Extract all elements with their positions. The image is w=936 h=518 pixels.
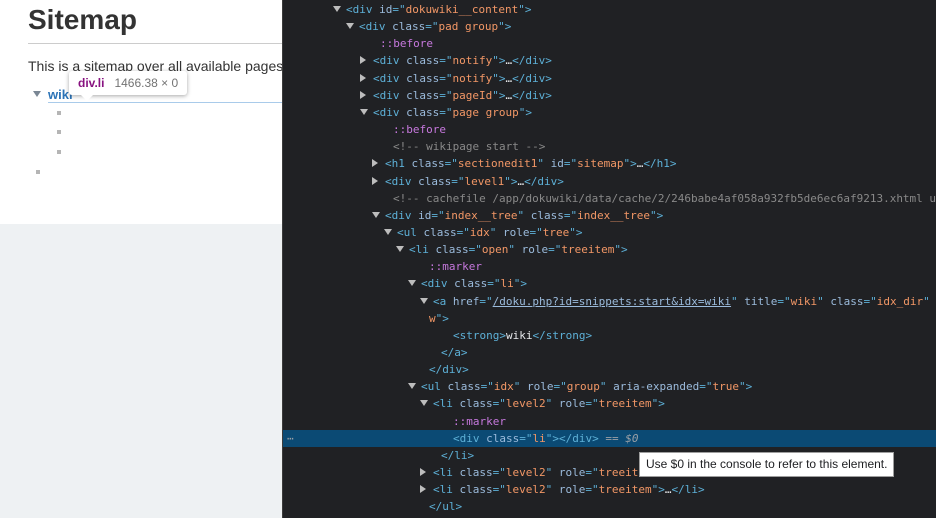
dom-node-text: </ul> [429,500,463,514]
dom-node-line[interactable]: <a href="/doku.php?id=snippets:start&idx… [283,293,936,310]
expanded-triangle-icon[interactable] [420,400,428,407]
dom-node-line[interactable]: </div> [283,361,936,378]
dom-node-text: <a href="/doku.php?id=snippets:start&idx… [433,294,930,308]
dom-node-text: <!-- wikipage start --> [393,140,546,154]
tree-bullet [36,170,40,174]
dom-node-line[interactable]: <div id="index__tree" class="index__tree… [283,207,936,224]
dom-node-line[interactable]: <div id="dokuwiki__content"> [283,1,936,18]
dom-node-text: <div class="notify">…</div> [373,71,552,85]
more-options-icon[interactable]: ⋯ [287,430,294,447]
dom-node-line[interactable]: <div class="page group"> [283,104,936,121]
expanded-triangle-icon[interactable] [396,246,404,253]
dom-node-text: <li class="level2" role="treeitem"> [433,397,665,411]
dom-node-line[interactable]: <div class="level1">…</div> [283,173,936,190]
expanded-triangle-icon[interactable] [384,228,392,235]
dom-node-text: <div class="page group"> [373,105,532,119]
dom-node-text: w"> [429,311,449,325]
dom-node-text: <div class="pad group"> [359,20,512,34]
tree-bullet [57,130,61,134]
dom-node-line[interactable]: <li class="level2" role="treeitem"> [283,395,936,412]
dom-node-text: <div class="notify">…</div> [373,54,552,68]
dom-node-line[interactable]: ::marker [283,413,936,430]
dom-node-text: <li class="level2" role="treeitem">…</li… [433,483,705,497]
collapsed-triangle-icon[interactable] [360,90,366,99]
dom-node-text: </div> [429,363,469,377]
tooltip-size: 1466.38 × 0 [114,76,179,90]
dom-node-line[interactable]: <li class="open" role="treeitem"> [283,241,936,258]
selected-marker: == $0 [605,431,639,445]
expanded-triangle-icon[interactable] [333,6,341,12]
dom-node-line[interactable]: ⋯ <div class="li"></div> == $0 [283,429,936,447]
dom-node-text: ::marker [429,260,482,274]
collapsed-triangle-icon[interactable] [420,485,426,494]
dom-node-line[interactable]: <!-- wikipage start --> [283,138,936,155]
dom-node-line[interactable]: <h1 class="sectionedit1" id="sitemap">…<… [283,155,936,172]
dom-node-text: </li> [441,448,475,462]
dom-node-line[interactable]: ::marker [283,258,936,275]
dom-node-line[interactable]: <div class="pad group"> [283,18,936,35]
collapsed-triangle-icon[interactable] [360,56,366,65]
expanded-triangle-icon[interactable] [360,108,368,115]
dom-node-line[interactable]: <ul class="idx" role="group" aria-expand… [283,378,936,395]
dom-node-text: ::marker [453,414,506,428]
dom-node-line[interactable]: <strong>wiki</strong> [283,327,936,344]
dom-node-text: <!-- cachefile /app/dokuwiki/data/cache/… [393,191,936,205]
collapsed-triangle-icon[interactable] [372,159,378,168]
dom-node-line[interactable]: <div class="pageId">…</div> [283,87,936,104]
dom-node-line[interactable]: ::before [283,35,936,52]
dom-node-text: <ul class="idx" role="tree"> [397,225,583,239]
dom-node-text: <div class="li"></div> == $0 [453,431,639,445]
expanded-triangle-icon[interactable] [372,211,380,218]
tree-expand-icon[interactable] [33,91,41,97]
expanded-triangle-icon[interactable] [420,297,428,304]
tree-bullet [57,150,61,154]
dom-node-text: <div class="level1">…</div> [385,174,564,188]
tooltip-arrow [81,95,93,101]
dom-node-text: <div id="dokuwiki__content"> [346,3,532,16]
selection-hint-tooltip: Use $0 in the console to refer to this e… [639,452,895,477]
dom-node-line[interactable]: <div class="notify">…</div> [283,70,936,87]
dom-node-line[interactable]: <ul class="idx" role="tree"> [283,224,936,241]
collapsed-triangle-icon[interactable] [420,468,426,477]
dom-node-text: ::before [380,37,433,51]
tree-bullet [57,111,61,115]
wiki-page-content: Sitemap This is a sitemap over all avail… [0,0,282,224]
collapsed-triangle-icon[interactable] [360,73,366,82]
dom-node-line[interactable]: </ul> [283,498,936,515]
dom-node-line[interactable]: <!-- cachefile /app/dokuwiki/data/cache/… [283,190,936,207]
dom-node-line[interactable]: <li class="level2" role="treeitem">…</li… [283,481,936,498]
devtools-elements-panel[interactable]: <div id="dokuwiki__content"> <div class="… [282,0,936,518]
dom-node-line[interactable]: <div class="li"> [283,275,936,292]
expanded-triangle-icon[interactable] [408,383,416,390]
dom-node-text: <ul class="idx" role="group" aria-expand… [421,380,753,394]
dom-node-line[interactable]: </a> [283,344,936,361]
inspect-highlight [48,102,282,103]
title-divider [28,43,282,44]
dom-node-text: </a> [441,346,468,359]
expanded-triangle-icon[interactable] [408,280,416,287]
dom-node-text: <strong>wiki</strong> [453,328,593,342]
collapsed-triangle-icon[interactable] [372,176,378,185]
page-title: Sitemap [28,4,137,35]
dom-node-text: <div id="index__tree" class="index__tree… [385,208,664,222]
inspect-tooltip: div.li 1466.38 × 0 [69,71,188,101]
dom-node-line[interactable]: ::before [283,121,936,138]
dom-node-line[interactable]: <div class="notify">…</div> [283,52,936,69]
expanded-triangle-icon[interactable] [346,23,354,30]
dom-node-text: <div class="li"> [421,277,527,291]
tooltip-tag: div.li [78,76,105,90]
dom-node-text: <li class="open" role="treeitem"> [409,243,628,257]
dom-node-text: <div class="pageId">…</div> [373,88,552,102]
dom-node-text: ::before [393,123,446,137]
dom-node-line[interactable]: w"> [283,310,936,327]
dom-node-text: <h1 class="sectionedit1" id="sitemap">…<… [385,157,677,171]
